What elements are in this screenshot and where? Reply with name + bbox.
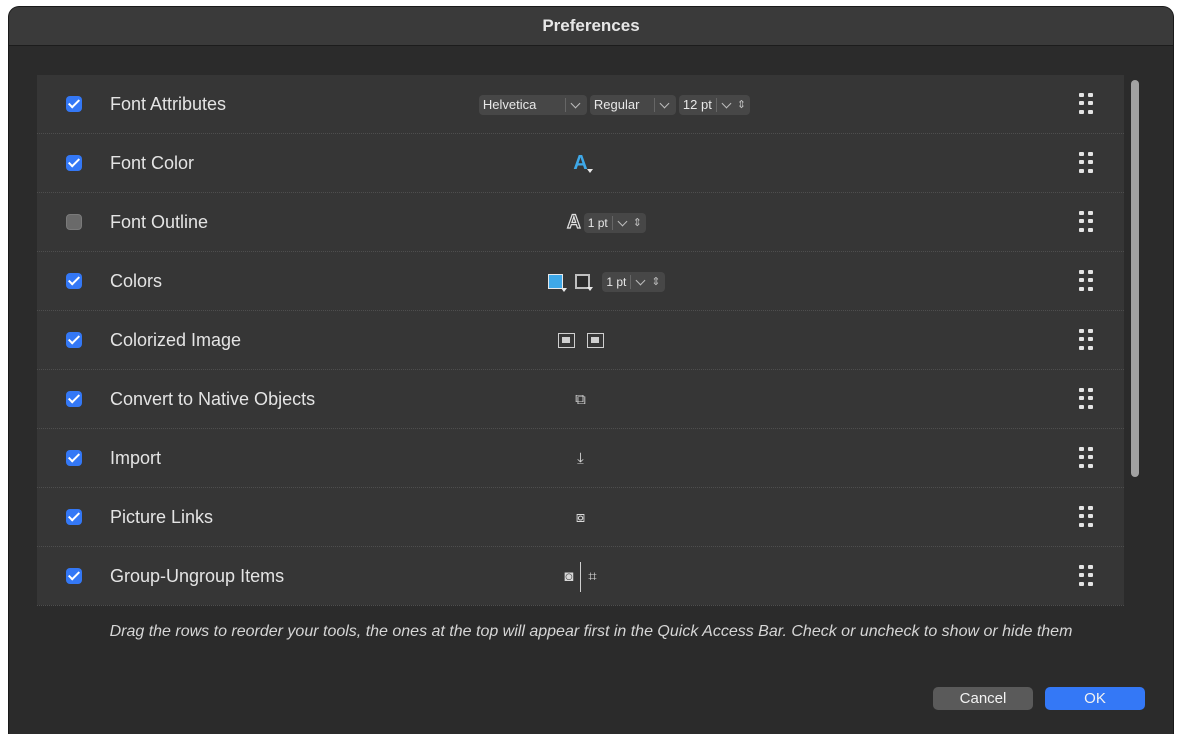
ok-button[interactable]: OK xyxy=(1045,687,1145,710)
chevron-down-icon xyxy=(617,216,628,226)
list-item-group-ungroup[interactable]: Group-Ungroup Items ◙ ⌗ xyxy=(37,547,1124,606)
list-item-font-attributes[interactable]: Font Attributes Helvetica Regular 12 pt … xyxy=(37,75,1124,134)
drag-handle-icon[interactable] xyxy=(1079,211,1094,233)
colors-controls: 1 pt ⇕ xyxy=(37,252,1124,311)
ungroup-icon[interactable]: ⌗ xyxy=(588,568,596,585)
divider xyxy=(653,97,655,112)
drag-handle-icon[interactable] xyxy=(1079,329,1094,351)
font-size-select[interactable]: 12 pt ⇕ xyxy=(678,94,751,115)
colorized-image-controls xyxy=(37,311,1124,370)
picture-links-controls: ⧇ xyxy=(37,488,1124,547)
import-icon[interactable]: ⤓ xyxy=(577,450,584,467)
group-ungroup-controls: ◙ ⌗ xyxy=(37,547,1124,606)
drag-handle-icon[interactable] xyxy=(1079,388,1094,410)
stroke-width-select[interactable]: 1 pt ⇕ xyxy=(602,271,665,292)
list-item-import[interactable]: Import ⤓ xyxy=(37,429,1124,488)
font-family-select[interactable]: Helvetica xyxy=(478,94,587,115)
stepper-icon[interactable]: ⇕ xyxy=(651,275,660,288)
font-color-icon[interactable]: A xyxy=(573,152,594,175)
list-item-colors[interactable]: Colors 1 pt ⇕ xyxy=(37,252,1124,311)
stroke-color-icon[interactable] xyxy=(575,274,594,291)
convert-native-controls: ⧉ xyxy=(37,370,1124,429)
divider xyxy=(611,215,613,230)
tools-list: Font Attributes Helvetica Regular 12 pt … xyxy=(37,75,1124,606)
font-color-controls: A xyxy=(37,134,1124,193)
font-size-value: 12 pt xyxy=(682,97,712,112)
drag-handle-icon[interactable] xyxy=(1079,270,1094,292)
drag-handle-icon[interactable] xyxy=(1079,506,1094,528)
preferences-dialog: Preferences Font Attributes Helvetica Re… xyxy=(9,7,1173,734)
dialog-title: Preferences xyxy=(542,16,640,35)
font-style-value: Regular xyxy=(593,97,640,112)
instructions-text: Drag the rows to reorder your tools, the… xyxy=(109,623,1073,640)
group-icon[interactable]: ◙ xyxy=(564,568,573,585)
chevron-down-icon xyxy=(721,98,732,108)
font-outline-icon[interactable]: A xyxy=(566,211,581,234)
stroke-width-value: 1 pt xyxy=(606,274,627,289)
image-background-icon[interactable] xyxy=(586,333,604,348)
list-item-font-outline[interactable]: Font Outline A 1 pt ⇕ xyxy=(37,193,1124,252)
stepper-icon[interactable]: ⇕ xyxy=(737,98,746,111)
drag-handle-icon[interactable] xyxy=(1079,565,1094,587)
list-item-font-color[interactable]: Font Color A xyxy=(37,134,1124,193)
drag-handle-icon[interactable] xyxy=(1079,447,1094,469)
drag-handle-icon[interactable] xyxy=(1079,93,1094,115)
divider xyxy=(580,561,582,592)
list-item-convert-native[interactable]: Convert to Native Objects ⧉ xyxy=(37,370,1124,429)
import-controls: ⤓ xyxy=(37,429,1124,488)
font-family-value: Helvetica xyxy=(482,97,537,112)
list-item-picture-links[interactable]: Picture Links ⧇ xyxy=(37,488,1124,547)
chevron-down-icon xyxy=(659,98,670,108)
scrollbar[interactable] xyxy=(1131,80,1139,477)
divider xyxy=(715,97,717,112)
image-fill-icon[interactable] xyxy=(557,333,575,348)
font-style-select[interactable]: Regular xyxy=(589,94,676,115)
chevron-down-icon xyxy=(635,275,646,285)
stepper-icon[interactable]: ⇕ xyxy=(633,216,642,229)
chevron-down-icon xyxy=(570,98,581,108)
divider xyxy=(564,97,566,112)
cancel-button[interactable]: Cancel xyxy=(933,687,1033,710)
fill-color-icon[interactable] xyxy=(548,274,568,292)
picture-links-icon[interactable]: ⧇ xyxy=(576,509,586,526)
font-attributes-controls: Helvetica Regular 12 pt ⇕ xyxy=(37,75,1124,134)
title-bar: Preferences xyxy=(9,7,1173,46)
font-outline-controls: A 1 pt ⇕ xyxy=(37,193,1124,252)
drag-handle-icon[interactable] xyxy=(1079,152,1094,174)
convert-objects-icon[interactable]: ⧉ xyxy=(575,391,586,408)
divider xyxy=(630,274,632,289)
outline-width-select[interactable]: 1 pt ⇕ xyxy=(583,212,646,233)
list-item-colorized-image[interactable]: Colorized Image xyxy=(37,311,1124,370)
outline-width-value: 1 pt xyxy=(587,215,608,230)
